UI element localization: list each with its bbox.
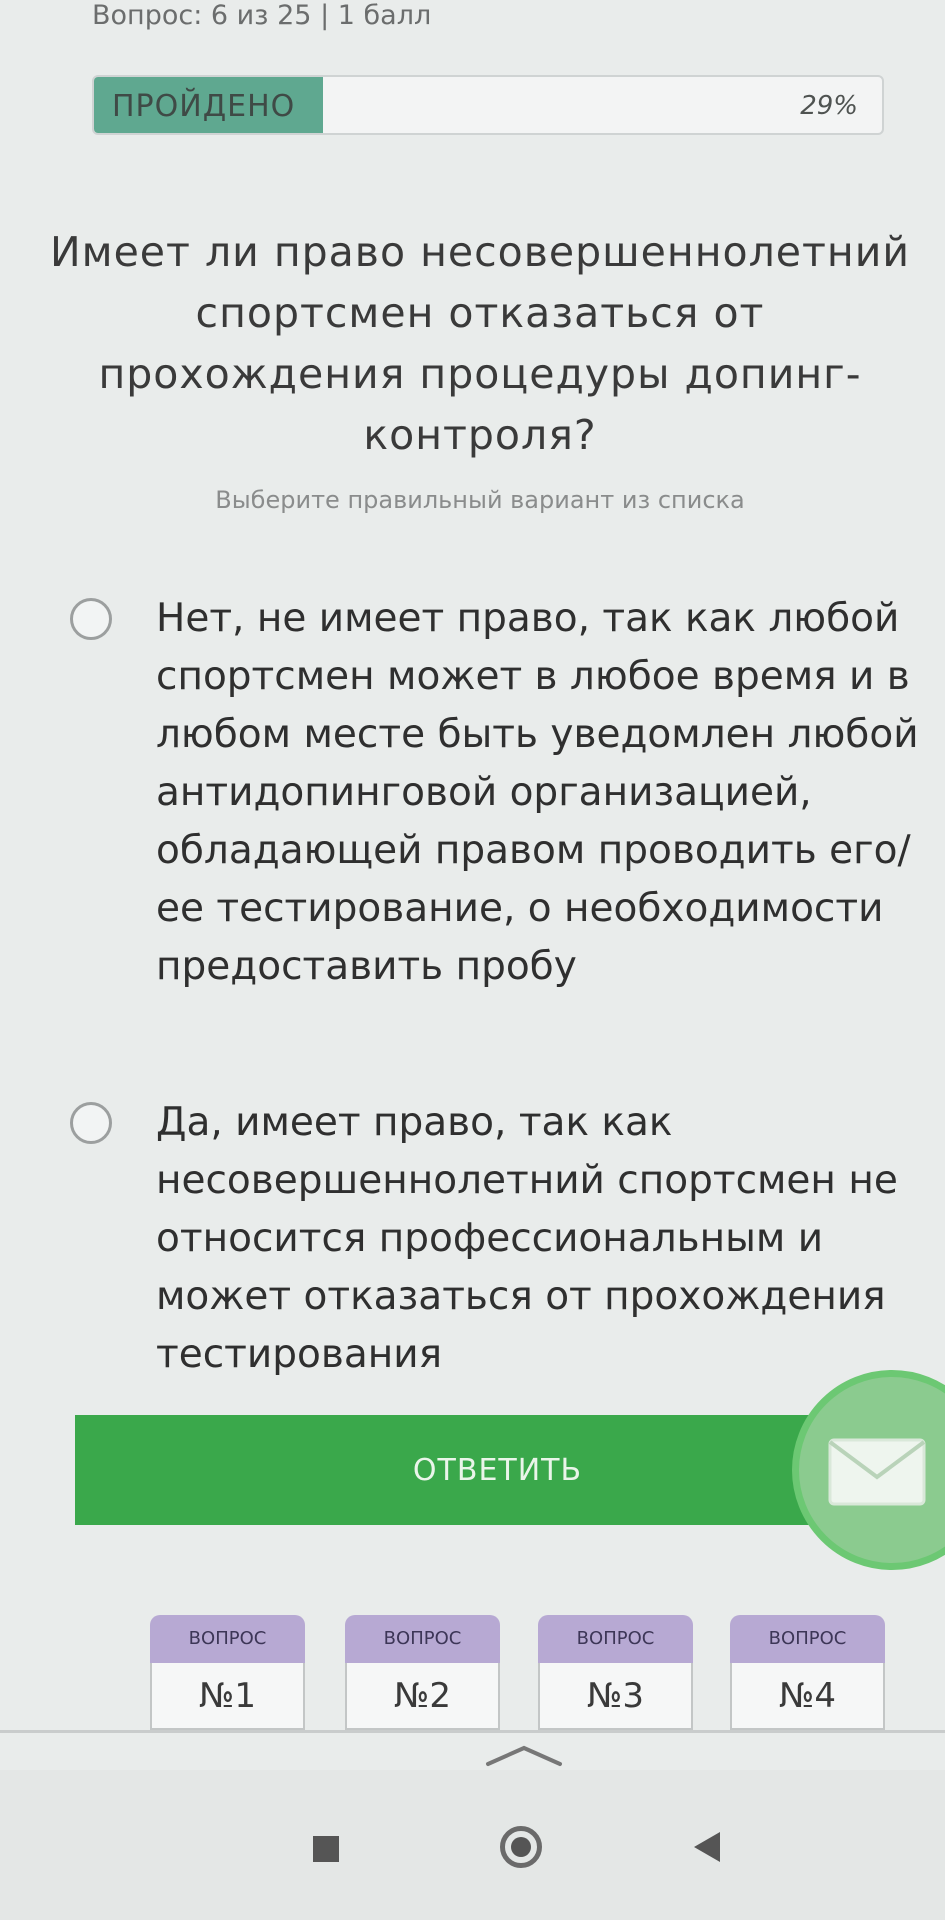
question-tab-3[interactable]: ВОПРОС №3	[538, 1615, 693, 1730]
question-hint: Выберите правильный вариант из списка	[215, 486, 745, 514]
question-tab-header: ВОПРОС	[150, 1615, 305, 1663]
mail-icon	[828, 1438, 926, 1506]
system-nav-bar	[0, 1770, 945, 1920]
question-tab-number: №2	[345, 1663, 500, 1730]
home-icon[interactable]	[500, 1826, 542, 1868]
progress-percent: 29%	[800, 91, 858, 121]
question-tab-header: ВОПРОС	[730, 1615, 885, 1663]
radio-button[interactable]	[70, 1102, 112, 1144]
question-tab-number: №4	[730, 1663, 885, 1730]
question-tab-1[interactable]: ВОПРОС №1	[150, 1615, 305, 1730]
radio-button[interactable]	[70, 598, 112, 640]
progress-label: ПРОЙДЕНО	[112, 89, 296, 124]
question-tab-number: №3	[538, 1663, 693, 1730]
question-tab-number: №1	[150, 1663, 305, 1730]
answer-option-text: Да, имеет право, так как несовершеннолет…	[156, 1100, 898, 1377]
divider	[0, 1730, 945, 1733]
question-tab-4[interactable]: ВОПРОС №4	[730, 1615, 885, 1730]
progress-bar: ПРОЙДЕНО 29%	[92, 75, 884, 135]
recents-icon[interactable]	[313, 1836, 339, 1862]
chevron-up-icon[interactable]	[484, 1742, 564, 1768]
question-tab-2[interactable]: ВОПРОС №2	[345, 1615, 500, 1730]
app-screen: Вопрос: 6 из 25 | 1 балл ПРОЙДЕНО 29% Им…	[0, 0, 945, 1920]
question-tab-header: ВОПРОС	[538, 1615, 693, 1663]
back-icon[interactable]	[690, 1830, 724, 1864]
mail-fab-button[interactable]	[792, 1370, 945, 1570]
answer-option-text: Нет, не имеет право, так как любой спорт…	[156, 596, 919, 989]
question-text: Имеет ли право несовершеннолетний спортс…	[49, 228, 910, 459]
question-tab-header: ВОПРОС	[345, 1615, 500, 1663]
question-counter: Вопрос: 6 из 25 | 1 балл	[92, 0, 432, 31]
